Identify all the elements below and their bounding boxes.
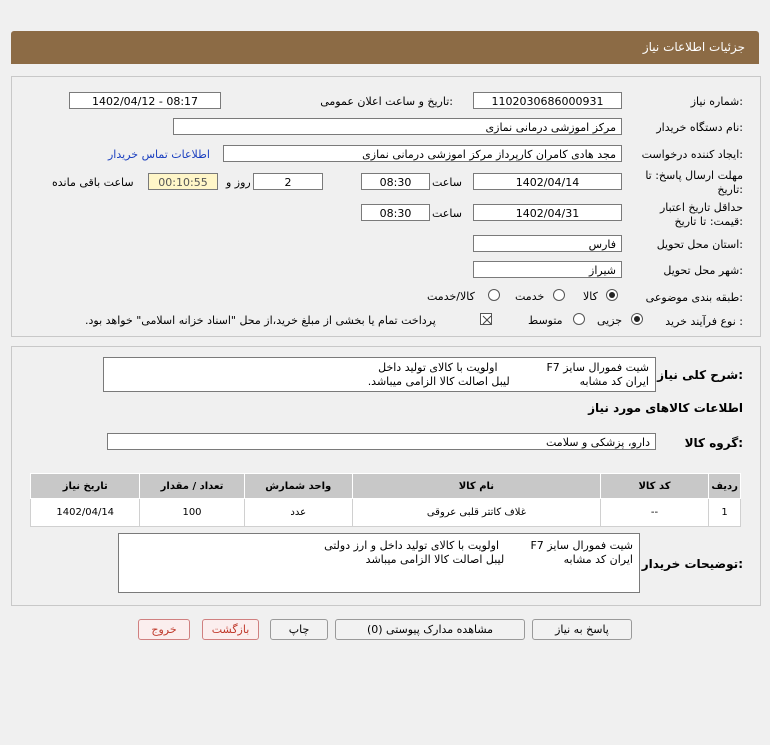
remaining-days-field: 2	[253, 173, 323, 190]
need-summary-label: شرح کلی نیاز:	[657, 368, 743, 382]
category-option-service: خدمت	[515, 290, 545, 303]
deadline-time-label: ساعت	[432, 176, 462, 189]
table-row: 1402/04/14 100 عدد غلاف کاتتر قلبی عروقی…	[29, 498, 741, 527]
col-qty: تعداد / مقدار	[139, 473, 245, 499]
price-validity-time-label: ساعت	[432, 207, 462, 220]
need-summary-box: شیت فمورال سایز F7 اولویت با کالای تولید…	[103, 357, 656, 392]
page-header: جزئیات اطلاعات نیاز	[11, 31, 759, 64]
need-number-field: 1102030686000931	[473, 92, 622, 109]
price-validity-label-date: قیمت: تا تاریخ:	[674, 215, 743, 228]
announce-datetime-label: تاریخ و ساعت اعلان عمومی:	[320, 95, 453, 108]
price-validity-time-field: 08:30	[361, 204, 430, 221]
category-label: طبقه بندی موضوعی:	[645, 291, 743, 304]
buyer-contact-link[interactable]: اطلاعات تماس خریدار	[108, 148, 210, 161]
deadline-time-field: 08:30	[361, 173, 430, 190]
days-label: روز و	[226, 176, 251, 189]
treasury-payment-checkbox[interactable]	[480, 313, 492, 325]
goods-table-header: تاریخ نیاز تعداد / مقدار واحد شمارش نام …	[29, 473, 741, 499]
goods-group-field: دارو، پزشکی و سلامت	[107, 433, 656, 450]
deadline-date-field: 1402/04/14	[473, 173, 622, 190]
need-number-label: شماره نیاز:	[690, 95, 743, 108]
delivery-city-label: شهر محل تحویل:	[663, 264, 743, 277]
cell-row: 1	[708, 498, 741, 527]
cell-qty: 100	[139, 498, 245, 527]
delivery-province-field: فارس	[473, 235, 622, 252]
request-creator-field: مجد هادی کامران کارپرداز مرکز اموزشی درم…	[223, 145, 622, 162]
cell-code: --	[599, 498, 710, 527]
remaining-time-label: ساعت باقی مانده	[52, 176, 134, 189]
cell-name: غلاف کاتتر قلبی عروقی	[351, 498, 601, 527]
remaining-time-field: 00:10:55	[148, 173, 218, 190]
category-radio-goods[interactable]	[606, 289, 618, 301]
process-radio-medium[interactable]	[573, 313, 585, 325]
col-name: نام کالا	[351, 473, 601, 499]
cell-unit: عدد	[243, 498, 353, 527]
need-summary-line-2: ایران کد مشابه لیبل اصالت کالا الزامی می…	[367, 375, 649, 388]
checkbox-cross-icon	[482, 315, 492, 325]
goods-group-label: گروه کالا:	[684, 436, 743, 450]
col-date: تاریخ نیاز	[29, 473, 141, 499]
request-creator-label: ایجاد کننده درخواست:	[641, 148, 743, 161]
buyer-notes-label: توضیحات خریدار:	[641, 557, 743, 571]
price-validity-date-field: 1402/04/31	[473, 204, 622, 221]
reply-button[interactable]: پاسخ به نیاز	[532, 619, 632, 640]
deadline-label-date: تاریخ:	[717, 183, 743, 196]
attachments-button[interactable]: مشاهده مدارک پیوستی (0)	[335, 619, 525, 640]
delivery-city-field: شیراز	[473, 261, 622, 278]
buyer-notes-line-2: ایران کد مشابه لیبل اصالت کالا الزامی می…	[365, 553, 633, 566]
delivery-province-label: استان محل تحویل:	[656, 238, 743, 251]
buyer-org-field: مرکز اموزشی درمانی نمازی	[173, 118, 622, 135]
col-code: کد کالا	[599, 473, 710, 499]
buyer-notes-box: شیت فمورال سایز F7 اولویت با کالای تولید…	[118, 533, 640, 593]
purchase-process-label: نوع فرآیند خرید :	[665, 315, 743, 328]
print-button[interactable]: چاپ	[270, 619, 328, 640]
category-option-goods: کالا	[583, 290, 598, 303]
page-title: جزئیات اطلاعات نیاز	[642, 40, 745, 54]
process-option-medium: متوسط	[528, 314, 563, 327]
buyer-notes-line-1: شیت فمورال سایز F7 اولویت با کالای تولید…	[324, 539, 633, 552]
category-radio-goods-service[interactable]	[488, 289, 500, 301]
exit-button[interactable]: خروج	[138, 619, 190, 640]
announce-datetime-field: 1402/04/12 - 08:17	[69, 92, 221, 109]
goods-table: تاریخ نیاز تعداد / مقدار واحد شمارش نام …	[29, 473, 741, 527]
buyer-org-label: نام دستگاه خریدار:	[656, 121, 743, 134]
back-button[interactable]: بازگشت	[202, 619, 259, 640]
price-validity-label: حداقل تاریخ اعتبار	[659, 201, 743, 214]
need-summary-line-1: شیت فمورال سایز F7 اولویت با کالای تولید…	[378, 361, 649, 374]
category-radio-service[interactable]	[553, 289, 565, 301]
process-radio-minor[interactable]	[631, 313, 643, 325]
deadline-label: مهلت ارسال پاسخ: تا	[645, 169, 743, 182]
category-option-goods-service: کالا/خدمت	[427, 290, 475, 303]
treasury-payment-note: پرداخت تمام یا بخشی از مبلغ خرید،از محل …	[85, 314, 436, 327]
col-unit: واحد شمارش	[243, 473, 353, 499]
col-row: ردیف	[708, 473, 741, 499]
goods-section-title: اطلاعات کالاهای مورد نیاز	[588, 401, 743, 415]
cell-date: 1402/04/14	[29, 498, 141, 527]
process-option-minor: جزیی	[597, 314, 623, 327]
